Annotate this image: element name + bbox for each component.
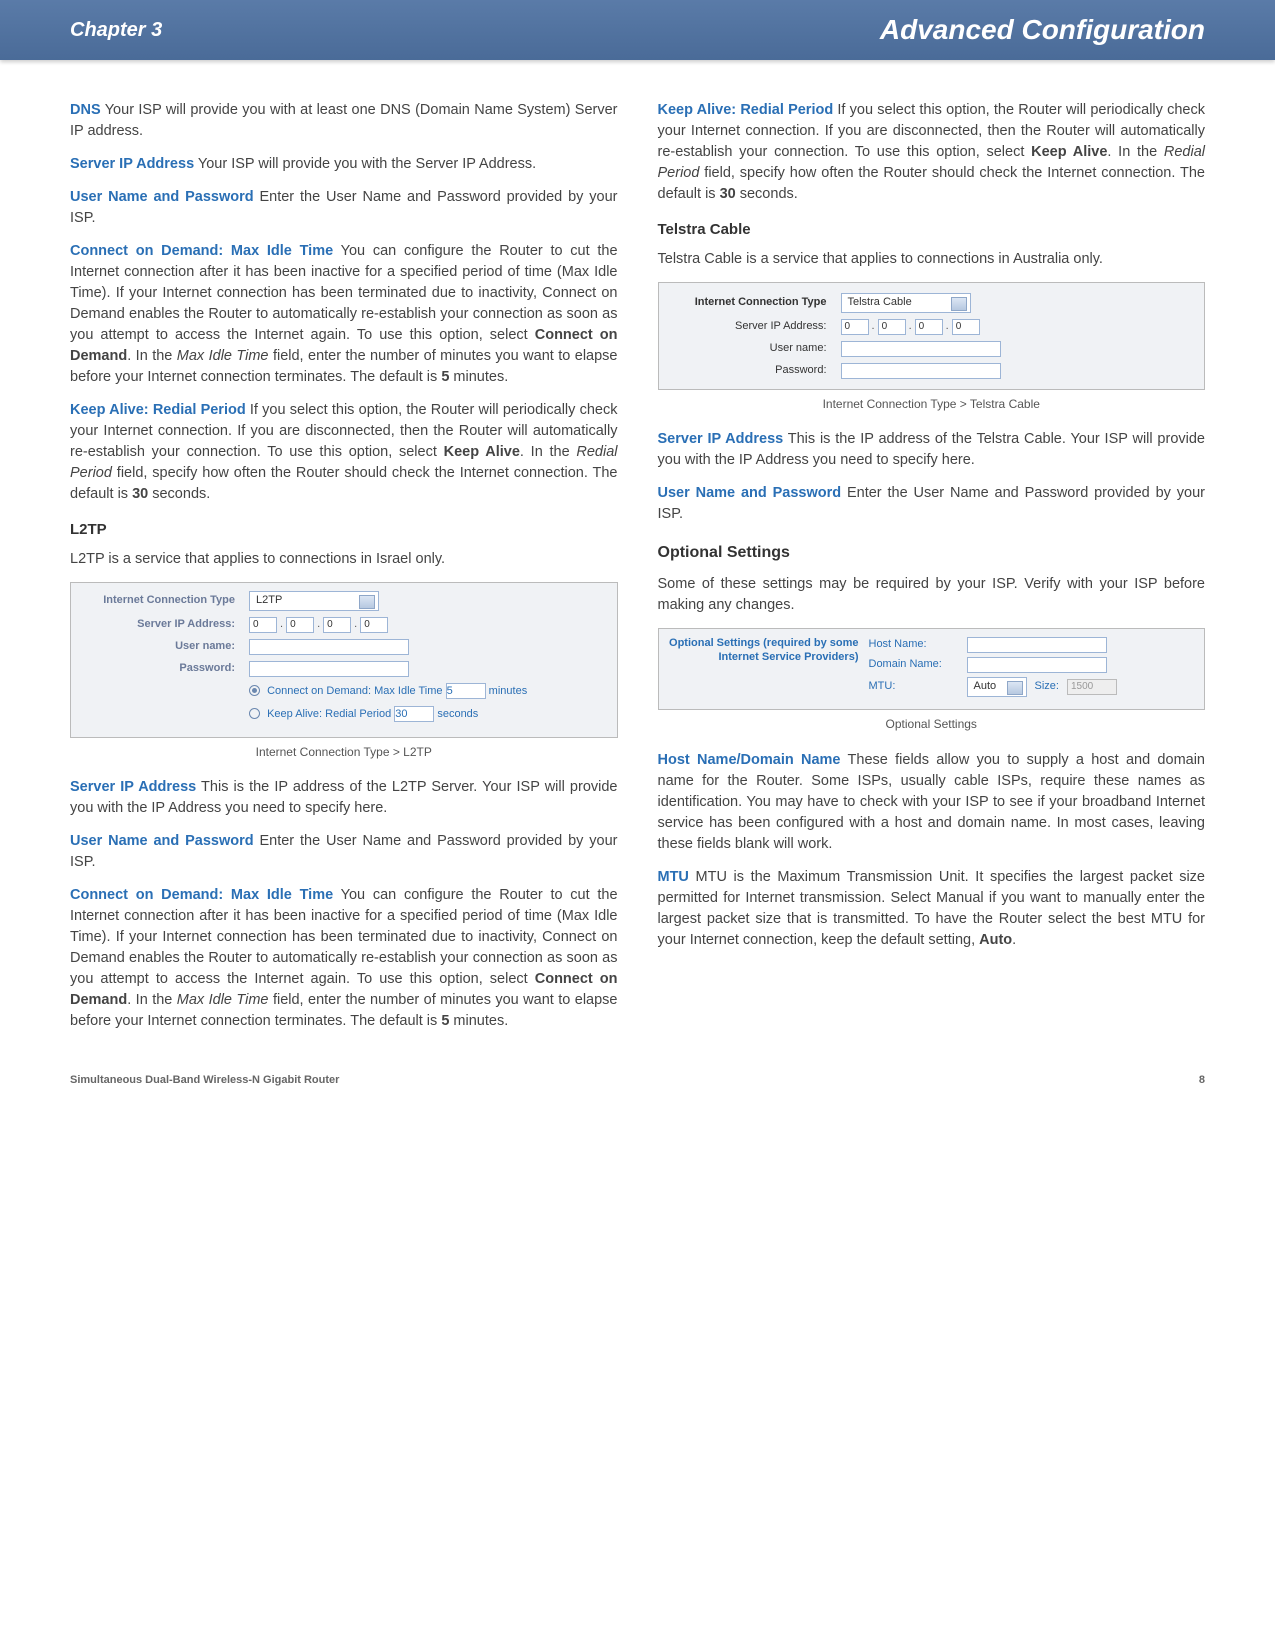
l2tp-caption: Internet Connection Type > L2TP bbox=[70, 744, 618, 761]
ip-octet-4[interactable]: 0 bbox=[360, 617, 388, 633]
telstra-screenshot: Internet Connection Type Telstra Cable▾ … bbox=[658, 282, 1206, 390]
optional-para: Some of these settings may be required b… bbox=[658, 574, 1206, 616]
telstra-pass-label: Password: bbox=[673, 363, 833, 379]
size-label: Size: bbox=[1035, 679, 1059, 695]
telstra-sip-para: Server IP Address This is the IP address… bbox=[658, 429, 1206, 471]
chevron-down-icon: ▾ bbox=[958, 298, 963, 311]
footer-product: Simultaneous Dual-Band Wireless-N Gigabi… bbox=[70, 1074, 339, 1086]
dns-term: DNS bbox=[70, 102, 101, 118]
telstra-caption: Internet Connection Type > Telstra Cable bbox=[658, 396, 1206, 413]
footer: Simultaneous Dual-Band Wireless-N Gigabi… bbox=[0, 1074, 1275, 1116]
l2tp-upw-para: User Name and Password Enter the User Na… bbox=[70, 831, 618, 873]
server-ip-para: Server IP Address Your ISP will provide … bbox=[70, 154, 618, 175]
t-ip-octet-2[interactable]: 0 bbox=[878, 319, 906, 335]
chevron-down-icon: ▾ bbox=[366, 596, 371, 609]
right-column: Keep Alive: Redial Period If you select … bbox=[658, 100, 1206, 1044]
host-name-input[interactable] bbox=[967, 637, 1107, 653]
optional-screenshot: Optional Settings (required by some Inte… bbox=[658, 628, 1206, 710]
host-domain-term: Host Name/Domain Name bbox=[658, 752, 841, 768]
telstra-upw-para: User Name and Password Enter the User Na… bbox=[658, 483, 1206, 525]
ka-value-input[interactable]: 30 bbox=[394, 706, 434, 722]
telstra-user-label: User name: bbox=[673, 341, 833, 357]
cod-value-input[interactable]: 5 bbox=[446, 683, 486, 699]
l2tp-heading: L2TP bbox=[70, 519, 618, 541]
optional-heading: Optional Settings bbox=[658, 541, 1206, 564]
t-ip-octet-3[interactable]: 0 bbox=[915, 319, 943, 335]
ip-octet-1[interactable]: 0 bbox=[249, 617, 277, 633]
l2tp-conn-type-select[interactable]: L2TP▾ bbox=[249, 591, 379, 611]
cod-term: Connect on Demand: Max Idle Time bbox=[70, 243, 333, 259]
chevron-down-icon: ▾ bbox=[1014, 682, 1019, 695]
ip-octet-2[interactable]: 0 bbox=[286, 617, 314, 633]
r-ka-term: Keep Alive: Redial Period bbox=[658, 102, 834, 118]
ka-para: Keep Alive: Redial Period If you select … bbox=[70, 400, 618, 505]
host-domain-para: Host Name/Domain Name These fields allow… bbox=[658, 750, 1206, 855]
header-bar: Chapter 3 Advanced Configuration bbox=[0, 0, 1275, 60]
telstra-para: Telstra Cable is a service that applies … bbox=[658, 249, 1206, 270]
optional-caption: Optional Settings bbox=[658, 716, 1206, 733]
l2tp-user-input[interactable] bbox=[249, 639, 409, 655]
cod-unit: minutes bbox=[489, 685, 528, 697]
ka-radio-label: Keep Alive: Redial Period bbox=[267, 708, 391, 720]
user-pass-term: User Name and Password bbox=[70, 189, 254, 205]
t-ip-octet-1[interactable]: 0 bbox=[841, 319, 869, 335]
dns-para: DNS Your ISP will provide you with at le… bbox=[70, 100, 618, 142]
l2tp-screenshot: Internet Connection Type L2TP▾ Server IP… bbox=[70, 582, 618, 738]
page-title: Advanced Configuration bbox=[880, 14, 1205, 46]
l2tp-sip-label: Server IP Address: bbox=[81, 617, 241, 633]
domain-name-label: Domain Name: bbox=[869, 657, 959, 673]
l2tp-cod-para: Connect on Demand: Max Idle Time You can… bbox=[70, 885, 618, 1032]
telstra-user-input[interactable] bbox=[841, 341, 1001, 357]
size-input[interactable]: 1500 bbox=[1067, 679, 1117, 695]
mtu-term: MTU bbox=[658, 869, 689, 885]
l2tp-upw-term: User Name and Password bbox=[70, 833, 254, 849]
domain-name-input[interactable] bbox=[967, 657, 1107, 673]
footer-page-number: 8 bbox=[1199, 1074, 1205, 1086]
l2tp-para: L2TP is a service that applies to connec… bbox=[70, 549, 618, 570]
cod-radio-label: Connect on Demand: Max Idle Time bbox=[267, 685, 442, 697]
content: DNS Your ISP will provide you with at le… bbox=[0, 60, 1275, 1074]
t-ip-octet-4[interactable]: 0 bbox=[952, 319, 980, 335]
telstra-sip-label: Server IP Address: bbox=[673, 319, 833, 335]
l2tp-user-label: User name: bbox=[81, 639, 241, 655]
chapter-label: Chapter 3 bbox=[70, 19, 162, 42]
mtu-para: MTU MTU is the Maximum Transmission Unit… bbox=[658, 867, 1206, 951]
l2tp-pass-label: Password: bbox=[81, 661, 241, 677]
l2tp-conn-type-label: Internet Connection Type bbox=[81, 593, 241, 609]
telstra-heading: Telstra Cable bbox=[658, 219, 1206, 241]
ka-radio[interactable] bbox=[249, 708, 260, 719]
left-column: DNS Your ISP will provide you with at le… bbox=[70, 100, 618, 1044]
user-pass-para: User Name and Password Enter the User Na… bbox=[70, 187, 618, 229]
cod-para: Connect on Demand: Max Idle Time You can… bbox=[70, 241, 618, 388]
mtu-label: MTU: bbox=[869, 679, 959, 695]
server-ip-term: Server IP Address bbox=[70, 156, 194, 172]
ip-octet-3[interactable]: 0 bbox=[323, 617, 351, 633]
cod-radio[interactable] bbox=[249, 685, 260, 696]
l2tp-pass-input[interactable] bbox=[249, 661, 409, 677]
telstra-conn-type-select[interactable]: Telstra Cable▾ bbox=[841, 293, 971, 313]
telstra-upw-term: User Name and Password bbox=[658, 485, 842, 501]
r-ka-para: Keep Alive: Redial Period If you select … bbox=[658, 100, 1206, 205]
host-name-label: Host Name: bbox=[869, 637, 959, 653]
telstra-conn-type-label: Internet Connection Type bbox=[673, 295, 833, 311]
mtu-select[interactable]: Auto▾ bbox=[967, 677, 1027, 697]
optional-sc-header: Optional Settings (required by some Inte… bbox=[669, 637, 869, 701]
ka-unit: seconds bbox=[437, 708, 478, 720]
l2tp-sip-term: Server IP Address bbox=[70, 779, 196, 795]
l2tp-sip-para: Server IP Address This is the IP address… bbox=[70, 777, 618, 819]
ka-term: Keep Alive: Redial Period bbox=[70, 402, 246, 418]
telstra-pass-input[interactable] bbox=[841, 363, 1001, 379]
l2tp-cod-term: Connect on Demand: Max Idle Time bbox=[70, 887, 333, 903]
telstra-sip-term: Server IP Address bbox=[658, 431, 784, 447]
